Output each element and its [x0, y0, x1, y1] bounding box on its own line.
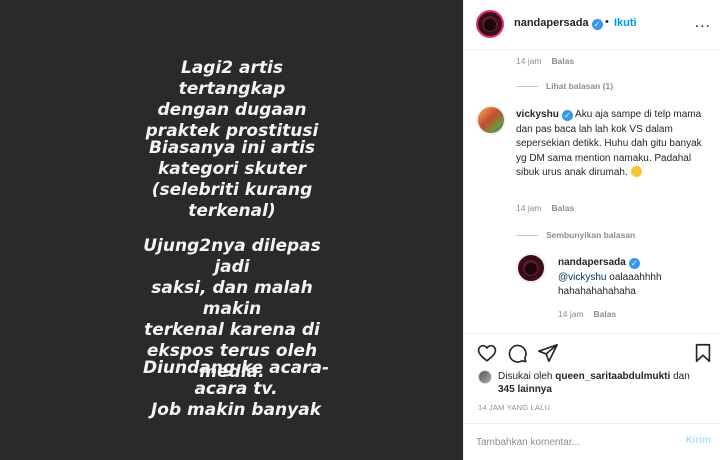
comment-meta: 14 jam Balas	[516, 203, 574, 213]
comment-body: vickyshu ✓ Aku aja sampe di telp mama dan…	[516, 108, 712, 181]
post-image: Lagi2 artis tertangkap dengan dugaan pra…	[0, 0, 463, 460]
reply-avatar[interactable]	[516, 253, 546, 283]
divider-line	[516, 235, 538, 237]
image-text-4: Diundang ke acara- acara tv. Job makin b…	[142, 358, 330, 420]
prev-comment-time: 14 jam	[516, 56, 542, 66]
comment-icon[interactable]	[506, 342, 528, 364]
liker-avatar[interactable]	[478, 370, 492, 384]
post-header: nandapersada ✓ • Ikuti ...	[464, 0, 720, 50]
likes-middle: dan	[670, 371, 690, 382]
comment-box: Kirim	[464, 423, 720, 460]
view-replies-button[interactable]: Lihat balasan (1)	[516, 81, 613, 91]
commenter-username[interactable]: vickyshu	[516, 109, 559, 120]
reply-reply-button[interactable]: Balas	[594, 309, 617, 319]
verified-icon: ✓	[628, 258, 640, 269]
bookmark-icon[interactable]	[692, 342, 714, 364]
verified-icon: ✓	[591, 19, 603, 30]
hide-replies-button[interactable]: Sembunyikan balasan	[516, 230, 635, 240]
post-actions: Disukai oleh queen_saritaabdulmukti dan …	[464, 333, 720, 423]
post-sidebar: nandapersada ✓ • Ikuti ... 14 jam Balas Li…	[463, 0, 720, 460]
verified-icon: ✓	[561, 110, 573, 121]
image-text-1: Lagi2 artis tertangkap dengan dugaan pra…	[145, 58, 319, 141]
emoji-icon	[630, 166, 642, 178]
reply-username[interactable]: nandapersada	[558, 257, 626, 268]
header-separator: •	[605, 16, 609, 28]
post-timestamp[interactable]: 14 JAM YANG LALU	[478, 403, 550, 412]
author-username-label[interactable]: nandapersada	[514, 17, 589, 29]
likes-prefix: Disukai oleh	[498, 371, 556, 382]
reply-time: 14 jam	[558, 309, 584, 319]
author-username[interactable]: nandapersada ✓	[514, 17, 603, 30]
likes-count[interactable]: 345 lainnya	[498, 384, 552, 395]
more-icon[interactable]: ...	[695, 14, 711, 32]
post-comment-button[interactable]: Kirim	[685, 435, 711, 446]
likes-summary: Disukai oleh queen_saritaabdulmukti dan …	[498, 370, 714, 396]
reply-meta: 14 jam Balas	[558, 309, 616, 319]
image-text-2: Biasanya ini artis kategori skuter (sele…	[148, 138, 316, 221]
prev-reply-button[interactable]: Balas	[552, 56, 575, 66]
commenter-avatar[interactable]	[476, 105, 506, 135]
hide-replies-label: Sembunyikan balasan	[546, 230, 636, 240]
liker-username[interactable]: queen_saritaabdulmukti	[555, 371, 670, 382]
comment-time: 14 jam	[516, 203, 542, 213]
comment-input[interactable]	[476, 434, 666, 450]
share-icon[interactable]	[537, 342, 559, 364]
heart-icon[interactable]	[476, 342, 498, 364]
prev-comment-meta: 14 jam Balas	[516, 56, 574, 66]
reply-body: nandapersada ✓ @vickyshu oalaaahhhh hahah…	[558, 256, 712, 300]
author-avatar[interactable]	[476, 10, 504, 38]
follow-button[interactable]: Ikuti	[614, 17, 637, 29]
view-replies-label: Lihat balasan (1)	[546, 81, 614, 91]
divider-line	[516, 86, 538, 88]
comment-reply-button[interactable]: Balas	[552, 203, 575, 213]
reply-mention[interactable]: @vickyshu	[558, 272, 607, 283]
